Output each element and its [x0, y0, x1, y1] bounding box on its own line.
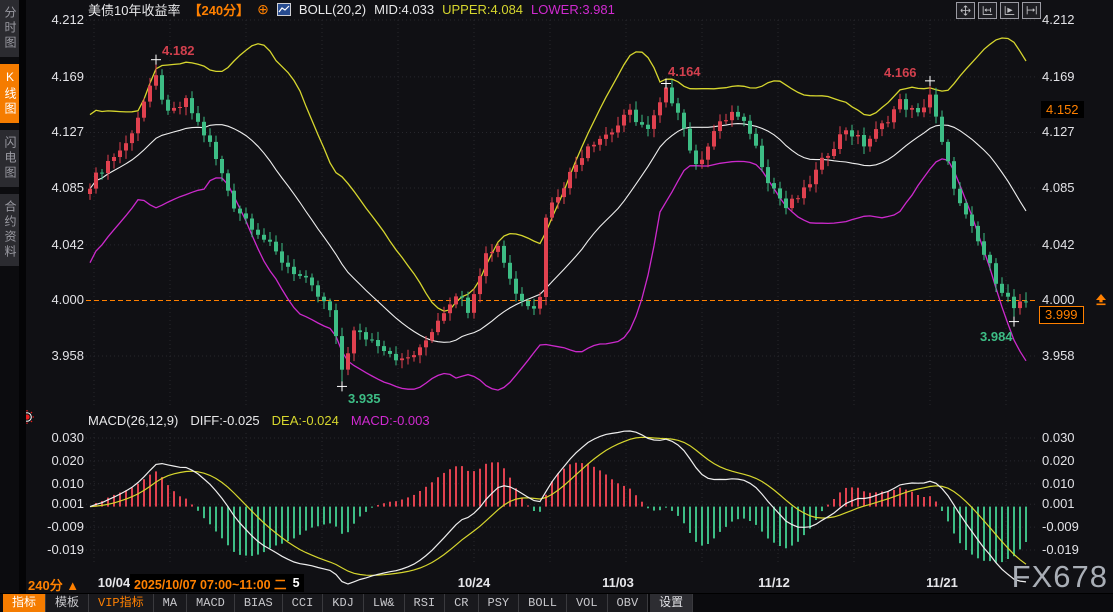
macd-tick-left: 0.001 [32, 496, 84, 511]
toolbar-item-VIP指标[interactable]: VIP指标 [89, 594, 154, 612]
toolbar-item-MA[interactable]: MA [154, 594, 187, 612]
date-label-11/21: 11/21 [920, 575, 964, 590]
macd-params-label: MACD(26,12,9) [88, 413, 178, 428]
macd-header: MACD(26,12,9) DIFF:-0.025 DEA:-0.024 MAC… [88, 413, 430, 428]
price-tick-right: 4.127 [1042, 124, 1075, 139]
boll-label: BOLL(20,2) [299, 2, 366, 17]
price-tick-left: 4.212 [32, 12, 84, 27]
macd-tick-right: 0.030 [1042, 430, 1075, 445]
macd-tick-left: 0.030 [32, 430, 84, 445]
toolbar-item-BIAS[interactable]: BIAS [235, 594, 283, 612]
date-label-11/12: 11/12 [752, 575, 796, 590]
sidebar-tab-3[interactable]: 闪电图 [0, 130, 19, 187]
toolbar-item-CR[interactable]: CR [445, 594, 478, 612]
extreme-label-3.984: 3.984 [980, 329, 1013, 344]
open-price-marker: 4.152 [1041, 101, 1084, 118]
price-tick-right: 4.085 [1042, 180, 1075, 195]
price-tick-right: 4.169 [1042, 69, 1075, 84]
mini-chart-icon [277, 3, 291, 16]
price-tick-right: 4.212 [1042, 12, 1075, 27]
extreme-label-4.182: 4.182 [162, 43, 195, 58]
date-label-11/03: 11/03 [596, 575, 640, 590]
macd-tick-right: 0.001 [1042, 496, 1075, 511]
toolbar-item-CCI[interactable]: CCI [283, 594, 324, 612]
sidebar-tab-1[interactable]: 分时图 [0, 0, 19, 57]
macd-tick-left: -0.019 [32, 542, 84, 557]
chart-header: 美债10年收益率 【240分】 ⊕ BOLL(20,2) MID:4.033 U… [88, 1, 615, 18]
sidebar-tab-2[interactable]: K线图 [0, 64, 19, 123]
macd-diff-value: DIFF:-0.025 [190, 413, 259, 428]
bar-info-tooltip: 2025/10/07 07:00~11:00 二 5 [130, 574, 304, 592]
macd-tick-right: 0.010 [1042, 476, 1075, 491]
price-tick-left: 3.958 [32, 348, 84, 363]
interval-tag: 【240分】 [188, 0, 249, 19]
price-tick-right: 4.042 [1042, 237, 1075, 252]
macd-dea-value: DEA:-0.024 [272, 413, 339, 428]
extreme-label-4.164: 4.164 [668, 64, 701, 79]
macd-tick-right: -0.009 [1042, 519, 1079, 534]
last-price-marker: 3.999 [1039, 306, 1084, 324]
fx678-watermark: FX678 [1012, 559, 1108, 595]
price-tick-left: 4.042 [32, 237, 84, 252]
price-tick-left: 4.127 [32, 124, 84, 139]
extreme-label-4.166: 4.166 [884, 65, 917, 80]
price-tick-right: 3.958 [1042, 348, 1075, 363]
price-up-arrow-icon [1095, 293, 1107, 311]
sidebar-divider [19, 0, 26, 612]
boll-lower-value: LOWER:3.981 [531, 2, 615, 17]
date-label-10/24: 10/24 [452, 575, 496, 590]
chart-tool-icons [956, 2, 1041, 19]
toolbar-item-BOLL[interactable]: BOLL [519, 594, 567, 612]
toolbar-item-KDJ[interactable]: KDJ [323, 594, 364, 612]
macd-tick-left: 0.010 [32, 476, 84, 491]
toolbar-item-RSI[interactable]: RSI [405, 594, 446, 612]
toolbar-item-VOL[interactable]: VOL [567, 594, 608, 612]
move-crosshair-icon[interactable] [956, 2, 975, 19]
interval-selector[interactable]: 240分 ▲ [28, 575, 79, 594]
macd-tick-left: -0.009 [32, 519, 84, 534]
macd-macd-value: MACD:-0.003 [351, 413, 430, 428]
sidebar-tab-4[interactable]: 合约资料 [0, 194, 19, 266]
pan-right-icon[interactable] [1022, 2, 1041, 19]
toolbar-item-模板[interactable]: 模板 [46, 594, 89, 612]
toolbar-item-LW&[interactable]: LW& [364, 594, 405, 612]
candlestick-chart-canvas[interactable] [0, 0, 1113, 612]
macd-tick-right: 0.020 [1042, 453, 1075, 468]
boll-mid-value: MID:4.033 [374, 2, 434, 17]
price-tick-left: 4.169 [32, 69, 84, 84]
toolbar-item-PSY[interactable]: PSY [479, 594, 520, 612]
chart-type-sidebar: 分时图 K线图闪电图合约资料 [0, 0, 19, 612]
macd-tick-right: -0.019 [1042, 542, 1079, 557]
symbol-title: 美债10年收益率 [88, 0, 180, 19]
add-indicator-icon[interactable]: ⊕ [257, 3, 269, 16]
indicator-toolbar: 指标模板VIP指标MAMACDBIASCCIKDJLW&RSICRPSYBOLL… [0, 593, 1113, 612]
zoom-axis-left-icon[interactable] [978, 2, 997, 19]
price-tick-left: 4.085 [32, 180, 84, 195]
price-tick-left: 4.000 [32, 292, 84, 307]
toolbar-item-指标[interactable]: 指标 [3, 594, 46, 612]
toolbar-item-OBV[interactable]: OBV [608, 594, 649, 612]
tooltip-text: 2025/10/07 07:00~11:00 二 [134, 574, 287, 593]
toolbar-item-MACD[interactable]: MACD [187, 594, 235, 612]
time-axis: 240分 ▲ 10/0410/2411/0311/1211/21 2025/10… [0, 565, 1113, 593]
macd-tick-left: 0.020 [32, 453, 84, 468]
trading-app-window: 分时图 K线图闪电图合约资料 美债10年收益率 【240分】 ⊕ BOLL(20,… [0, 0, 1113, 612]
tooltip-suffix: 5 [293, 576, 300, 590]
toolbar-item-设置[interactable]: 设置 [650, 594, 693, 612]
boll-upper-value: UPPER:4.084 [442, 2, 523, 17]
extreme-label-3.935: 3.935 [348, 391, 381, 406]
zoom-axis-play-icon[interactable] [1000, 2, 1019, 19]
